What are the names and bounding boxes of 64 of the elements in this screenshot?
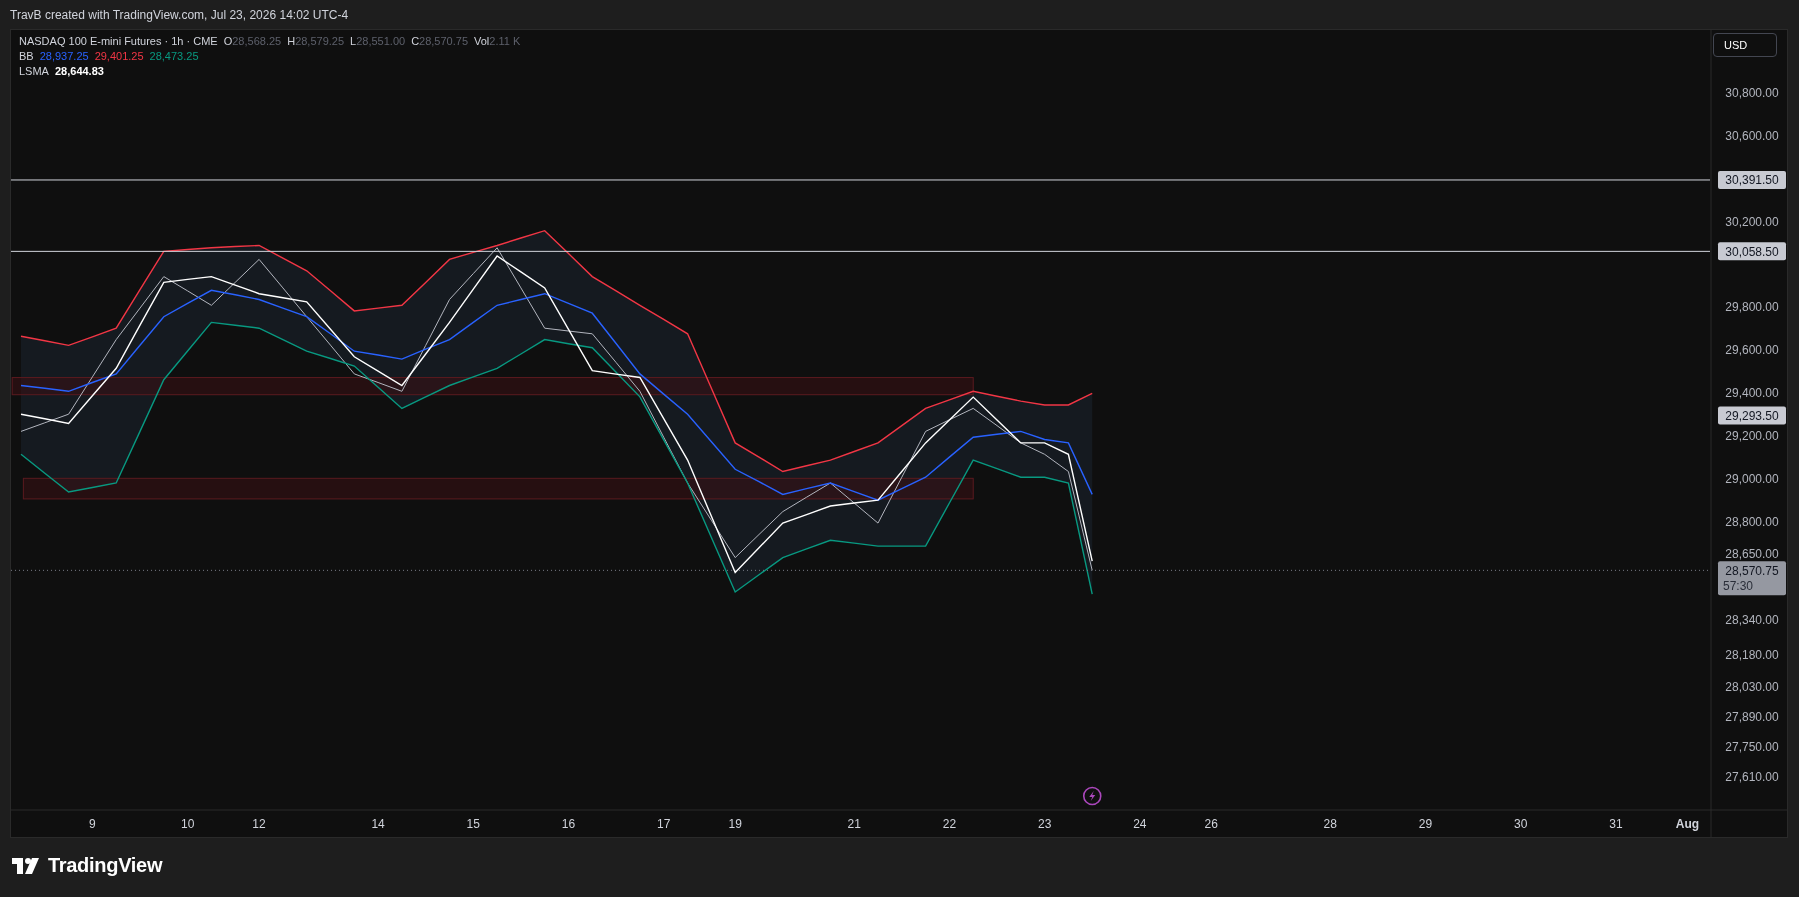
time-axis-tick: 14 bbox=[371, 817, 385, 831]
symbol-title: NASDAQ 100 E-mini Futures · 1h · CME bbox=[19, 35, 218, 47]
price-axis-tick: 30,200.00 bbox=[1725, 214, 1779, 229]
time-axis-tick: 17 bbox=[657, 817, 671, 831]
bar-countdown: 57:30 bbox=[1723, 579, 1754, 594]
indicator-name: LSMA bbox=[19, 65, 49, 77]
price-axis-tick: 28,180.00 bbox=[1725, 647, 1779, 662]
time-axis-tick: 26 bbox=[1204, 817, 1218, 831]
time-axis-tick: 9 bbox=[89, 817, 96, 831]
indicator-name: BB bbox=[19, 50, 34, 62]
time-axis-tick: 30 bbox=[1514, 817, 1528, 831]
price-axis-tick: 28,650.00 bbox=[1725, 546, 1779, 561]
price-axis-tick: 29,800.00 bbox=[1725, 300, 1779, 315]
ohlc-value: 28,579.25 bbox=[295, 35, 345, 47]
time-axis-tick: 23 bbox=[1037, 817, 1052, 831]
chart-attribution: TravB created with TradingView.com, Jul 23, 2026 14:02 UTC-4 bbox=[10, 7, 349, 22]
time-axis-tick: 22 bbox=[942, 817, 957, 831]
ohlc-value: 28,568.25 bbox=[232, 35, 282, 47]
time-axis-tick: 19 bbox=[728, 817, 742, 831]
tradingview-logo-text: TradingView bbox=[48, 854, 163, 877]
ohlc-value: 2.11 K bbox=[489, 35, 521, 47]
time-axis-tick: 10 bbox=[180, 817, 195, 831]
price-axis-tick: 28,340.00 bbox=[1725, 613, 1779, 628]
price-axis-label: 30,058.50 bbox=[1718, 242, 1786, 261]
ref-line-label: 30,058.50 bbox=[1725, 244, 1780, 259]
indicator-value: 28,937.25 bbox=[39, 50, 89, 62]
last-price-label-background bbox=[1718, 561, 1786, 596]
ohlc-label: O bbox=[223, 35, 233, 47]
time-axis-tick: Aug bbox=[1675, 817, 1700, 831]
price-axis-tick: 27,750.00 bbox=[1725, 739, 1779, 754]
currency-button[interactable]: USD bbox=[1713, 33, 1777, 57]
indicator-value: 29,401.25 bbox=[94, 50, 144, 62]
price-axis-tick: 30,600.00 bbox=[1725, 128, 1779, 143]
price-axis-tick: 28,800.00 bbox=[1725, 514, 1779, 529]
time-axis-tick: 21 bbox=[847, 817, 861, 831]
price-axis-tick: 27,610.00 bbox=[1725, 769, 1779, 784]
price-axis-tick: 27,890.00 bbox=[1725, 709, 1779, 724]
lightning-icon[interactable] bbox=[1082, 786, 1102, 806]
ohlc-label: L bbox=[350, 35, 357, 47]
time-axis-tick: 29 bbox=[1418, 817, 1433, 831]
ohlc-value: 28,551.00 bbox=[356, 35, 406, 47]
ohlc-value: 28,570.75 bbox=[419, 35, 468, 47]
price-axis-label: 29,293.50 bbox=[1718, 406, 1786, 425]
time-axis-tick: 24 bbox=[1133, 817, 1147, 831]
ohlc-label: Vol bbox=[474, 35, 490, 47]
ohlc-label: C bbox=[411, 35, 420, 47]
price-axis-tick: 29,200.00 bbox=[1725, 428, 1779, 443]
price-axis-tick: 29,000.00 bbox=[1725, 471, 1779, 486]
ohlc-label: H bbox=[287, 35, 296, 47]
indicator-value: 28,473.25 bbox=[149, 50, 199, 62]
time-axis-tick: 15 bbox=[466, 817, 480, 831]
price-axis-label: 30,391.50 bbox=[1718, 171, 1786, 189]
price-axis-tick: 29,600.00 bbox=[1725, 343, 1779, 358]
tradingview-logo-icon bbox=[12, 857, 42, 874]
ref-line-label: 30,391.50 bbox=[1725, 173, 1780, 188]
time-axis-tick: 12 bbox=[252, 817, 266, 831]
price-axis-tick: 29,400.00 bbox=[1725, 386, 1779, 401]
time-axis-tick: 28 bbox=[1323, 817, 1337, 831]
price-axis-tick: 30,800.00 bbox=[1725, 85, 1779, 100]
price-axis-tick: 28,030.00 bbox=[1725, 679, 1779, 694]
time-axis-tick: 16 bbox=[561, 817, 576, 831]
time-axis-tick: 31 bbox=[1609, 817, 1623, 831]
last-price-label: 28,570.75 bbox=[1725, 563, 1779, 578]
indicator-value: 28,644.83 bbox=[54, 65, 104, 77]
